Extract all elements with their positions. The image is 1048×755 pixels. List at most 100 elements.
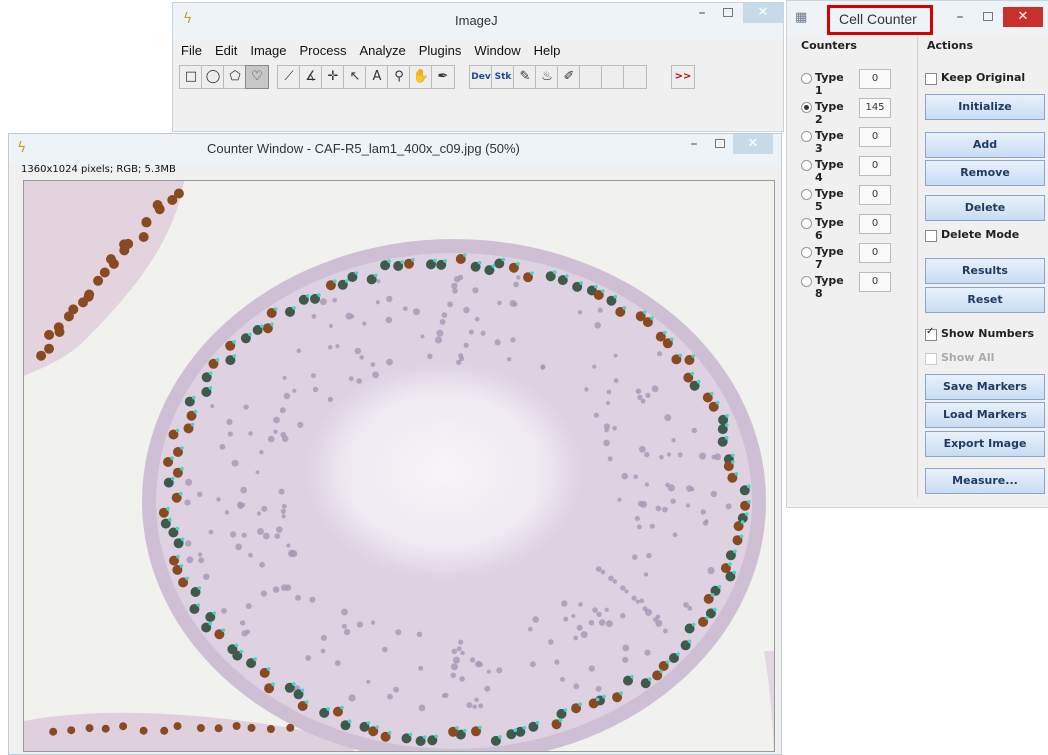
cell-marker[interactable] bbox=[747, 484, 751, 489]
cell-counter-titlebar[interactable]: ▦ Cell Counter – ✕ bbox=[787, 1, 1048, 35]
cell-marker[interactable] bbox=[170, 456, 174, 460]
cell-marker[interactable] bbox=[347, 719, 352, 723]
cell-marker[interactable] bbox=[190, 422, 195, 427]
measure-button[interactable]: Measure... bbox=[925, 468, 1045, 494]
cell-marker[interactable] bbox=[197, 586, 202, 590]
cell-marker[interactable] bbox=[650, 316, 654, 320]
cell-marker[interactable] bbox=[212, 611, 217, 615]
menu-process[interactable]: Process bbox=[300, 43, 347, 58]
dev-icon[interactable]: Dev bbox=[469, 65, 493, 89]
cell-marker[interactable] bbox=[340, 705, 344, 710]
cell-marker[interactable] bbox=[642, 310, 647, 314]
cell-marker[interactable] bbox=[696, 379, 701, 384]
imagej-minimize-button[interactable]: – bbox=[689, 3, 715, 23]
cell-marker[interactable] bbox=[373, 273, 378, 278]
type-4-radio[interactable] bbox=[801, 160, 812, 171]
cell-marker[interactable] bbox=[292, 306, 296, 310]
cell-marker[interactable] bbox=[234, 643, 239, 648]
cell-marker[interactable] bbox=[221, 628, 226, 632]
cell-marker[interactable] bbox=[710, 391, 714, 396]
cell-marker[interactable] bbox=[690, 371, 695, 376]
cell-marker[interactable] bbox=[366, 721, 371, 725]
text-icon[interactable]: A bbox=[365, 65, 389, 89]
cell-marker[interactable] bbox=[725, 423, 729, 427]
hand-icon[interactable]: ✋ bbox=[409, 65, 433, 89]
oval-icon[interactable]: ◯ bbox=[201, 65, 225, 89]
cell-marker[interactable] bbox=[180, 537, 185, 541]
cell-counter-maximize-button[interactable] bbox=[975, 7, 1001, 27]
cell-marker[interactable] bbox=[691, 622, 696, 627]
cell-marker[interactable] bbox=[434, 734, 439, 739]
cell-marker[interactable] bbox=[333, 279, 337, 283]
type-1-radio[interactable] bbox=[801, 73, 812, 84]
cell-marker[interactable] bbox=[215, 358, 220, 362]
cell-marker[interactable] bbox=[345, 279, 349, 283]
type-7-radio[interactable] bbox=[801, 247, 812, 258]
cell-marker[interactable] bbox=[192, 395, 196, 400]
cell-marker[interactable] bbox=[326, 707, 331, 711]
results-button[interactable]: Results bbox=[925, 258, 1045, 284]
cell-marker[interactable] bbox=[745, 512, 749, 516]
counter-window-titlebar[interactable]: ϟ Counter Window - CAF-R5_lam1_400x_c09.… bbox=[9, 134, 781, 164]
add-button[interactable]: Add bbox=[925, 132, 1045, 158]
cell-marker[interactable] bbox=[579, 281, 583, 285]
cell-marker[interactable] bbox=[433, 258, 437, 263]
cell-marker[interactable] bbox=[558, 718, 563, 722]
cell-marker[interactable] bbox=[565, 274, 569, 278]
imagej-close-button[interactable]: ✕ bbox=[743, 3, 783, 23]
counter-window-maximize-button[interactable] bbox=[707, 134, 733, 154]
cell-marker[interactable] bbox=[387, 259, 391, 263]
initialize-button[interactable]: Initialize bbox=[925, 94, 1045, 120]
cell-marker[interactable] bbox=[491, 264, 496, 268]
cell-marker[interactable] bbox=[304, 700, 309, 704]
cell-counter-minimize-button[interactable]: – bbox=[947, 7, 973, 27]
stk-icon[interactable]: Stk bbox=[491, 65, 515, 89]
remove-button[interactable]: Remove bbox=[925, 160, 1045, 186]
counter-window-close-button[interactable]: ✕ bbox=[733, 134, 773, 154]
cell-marker[interactable] bbox=[678, 353, 683, 358]
pencil-icon[interactable]: ✐ bbox=[557, 65, 581, 89]
cell-marker[interactable] bbox=[478, 725, 482, 730]
cell-marker[interactable] bbox=[734, 471, 739, 476]
cell-marker[interactable] bbox=[273, 307, 278, 311]
cell-marker[interactable] bbox=[710, 593, 715, 597]
cell-marker[interactable] bbox=[731, 453, 735, 458]
cell-marker[interactable] bbox=[687, 639, 692, 644]
export-image-button[interactable]: Export Image bbox=[925, 431, 1045, 457]
freehand-icon[interactable]: ♡ bbox=[245, 65, 269, 89]
brush-icon[interactable]: ✎ bbox=[513, 65, 537, 89]
menu-image[interactable]: Image bbox=[250, 43, 286, 58]
cell-marker[interactable] bbox=[516, 261, 520, 266]
cell-marker[interactable] bbox=[622, 306, 627, 310]
cell-marker[interactable] bbox=[691, 354, 696, 358]
cell-marker[interactable] bbox=[178, 491, 183, 496]
cell-marker[interactable] bbox=[232, 340, 236, 344]
cell-marker[interactable] bbox=[670, 337, 674, 342]
image-canvas[interactable] bbox=[23, 180, 775, 752]
menu-window[interactable]: Window bbox=[474, 43, 520, 58]
cell-marker[interactable] bbox=[563, 708, 568, 712]
imagej-titlebar[interactable]: ϟ ImageJ – ✕ bbox=[173, 3, 783, 39]
magnifier-icon[interactable]: ⚲ bbox=[387, 65, 411, 89]
cell-marker[interactable] bbox=[739, 534, 744, 538]
cell-marker[interactable] bbox=[300, 688, 305, 693]
cell-marker[interactable] bbox=[613, 294, 618, 299]
cell-marker[interactable] bbox=[647, 677, 652, 681]
cell-marker[interactable] bbox=[747, 499, 751, 504]
type-5-radio[interactable] bbox=[801, 189, 812, 200]
cell-marker[interactable] bbox=[463, 728, 467, 733]
cell-marker[interactable] bbox=[171, 476, 175, 481]
cell-marker[interactable] bbox=[501, 257, 506, 262]
cell-marker[interactable] bbox=[422, 735, 427, 739]
cell-marker[interactable] bbox=[717, 585, 722, 589]
type-6-radio[interactable] bbox=[801, 218, 812, 229]
cell-marker[interactable] bbox=[196, 603, 201, 607]
cell-marker[interactable] bbox=[180, 446, 184, 450]
cell-marker[interactable] bbox=[375, 725, 380, 729]
cell-marker[interactable] bbox=[292, 682, 296, 686]
cell-marker[interactable] bbox=[676, 652, 680, 656]
cell-marker[interactable] bbox=[513, 728, 518, 732]
cell-marker[interactable] bbox=[522, 726, 527, 730]
wand-icon[interactable]: ↖ bbox=[343, 65, 367, 89]
cell-marker[interactable] bbox=[619, 691, 623, 695]
